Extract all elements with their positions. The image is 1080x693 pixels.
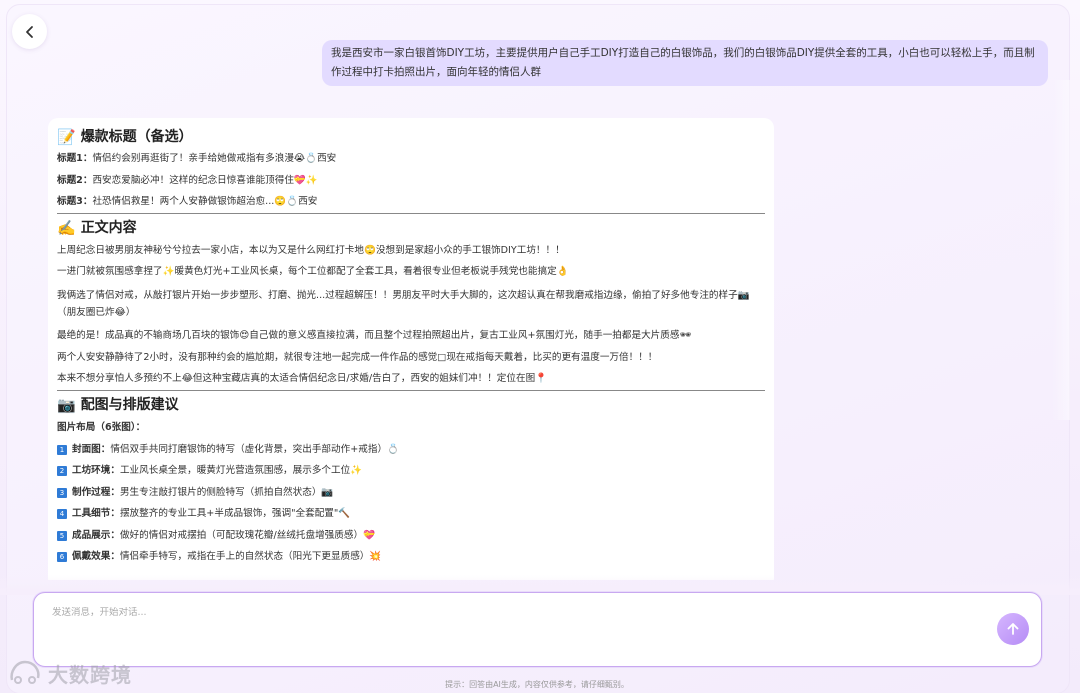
body-paragraph: 两个人安安静静待了2小时，没有那种约会的尴尬期，就很专注地一起完成一件作品的感觉…: [57, 351, 658, 363]
chat-scroll-area[interactable]: 📝 爆款标题（备选） 标题1：情侣约会别再逛街了！亲手给她做戒指有多浪漫😭💍西安…: [0, 100, 1080, 580]
camera-icon: 📷: [57, 396, 76, 414]
layout-section-heading: 📷 配图与排版建议: [57, 396, 179, 414]
body-paragraph: 本来不想分享怕人多预约不上😂但这种宝藏店真的太适合情侣纪念日/求婚/告白了，西安…: [57, 373, 548, 384]
ai-reply-card: 📝 爆款标题（备选） 标题1：情侣约会别再逛街了！亲手给她做戒指有多浪漫😭💍西安…: [48, 118, 774, 580]
user-message-bubble: 我是西安市一家白银首饰DIY工坊，主要提供用户自己手工DIY打造自己的白银饰品，…: [322, 40, 1048, 86]
send-button[interactable]: [997, 613, 1029, 645]
message-input-box[interactable]: [33, 592, 1042, 667]
arrow-up-icon: [1007, 623, 1019, 635]
section-divider: [57, 212, 765, 214]
writing-hand-icon: ✍️: [57, 219, 76, 237]
number-badge: 4: [57, 509, 67, 519]
message-input[interactable]: [52, 607, 952, 618]
number-badge: 5: [57, 530, 67, 541]
number-badge: 2: [57, 466, 67, 476]
number-badge: 6: [57, 552, 67, 562]
body-paragraph: 我俩选了情侣对戒，从敲打银片开始一步步塑形、打磨、抛光...过程超解压！！男朋友…: [57, 289, 750, 318]
layout-item: 6 佩戴效果：情侣牵手特写，戒指在手上的自然状态（阳光下更显质感）💥: [57, 550, 765, 563]
number-badge: 1: [57, 444, 67, 455]
section-divider: [57, 389, 765, 391]
chevron-left-icon: [25, 25, 33, 38]
scroll-rail: [1052, 80, 1070, 420]
memo-icon: 📝: [57, 127, 76, 146]
titles-section-heading: 📝 爆款标题（备选）: [57, 127, 193, 146]
layout-item: 3 制作过程：男生专注敲打银片的侧脸特写（抓拍自然状态）📷: [57, 486, 765, 499]
layout-subheading: 图片布局（6张图）：: [57, 421, 146, 433]
body-paragraph: 一进门就被氛围感拿捏了✨暖黄色灯光+工业风长桌，每个工位都配了全套工具，看着很专…: [57, 266, 569, 277]
layout-item: 2 工坊环境：工业风长桌全景，暖黄灯光营造氛围感，展示多个工位✨: [57, 464, 765, 477]
body-paragraph: 上周纪念日被男朋友神秘兮兮拉去一家小店，本以为又是什么网红打卡地🙄没想到是家超小…: [57, 244, 565, 256]
footer-hint: 提示：回答由AI生成，内容仅供参考，请仔细甄别。: [445, 680, 629, 689]
title-item: 标题2：西安恋爱脑必冲！这样的纪念日惊喜谁能顶得住💝✨: [57, 174, 318, 186]
layout-item: 4 工具细节：摆放整齐的专业工具+半成品银饰，强调"全套配置"🔨: [57, 507, 765, 520]
body-paragraph: 最绝的是！成品真的不输商场几百块的银饰😍自己做的意义感直接拉满，而且整个过程拍照…: [57, 330, 692, 341]
body-section-heading: ✍️ 正文内容: [57, 219, 137, 237]
title-item: 标题3：社恐情侣救星！两个人安静做银饰超治愈...🙄💍西安: [57, 196, 318, 207]
layout-item: 1 封面图：情侣双手共同打磨银饰的特写（虚化背景，突出手部动作+戒指）💍: [57, 443, 765, 456]
number-badge: 3: [57, 487, 67, 498]
back-button[interactable]: [12, 14, 47, 49]
title-item: 标题1：情侣约会别再逛街了！亲手给她做戒指有多浪漫😭💍西安: [57, 153, 337, 164]
layout-item: 5 成品展示：做好的情侣对戒摆拍（可配玫瑰花瓣/丝绒托盘增强质感）💝: [57, 529, 765, 542]
